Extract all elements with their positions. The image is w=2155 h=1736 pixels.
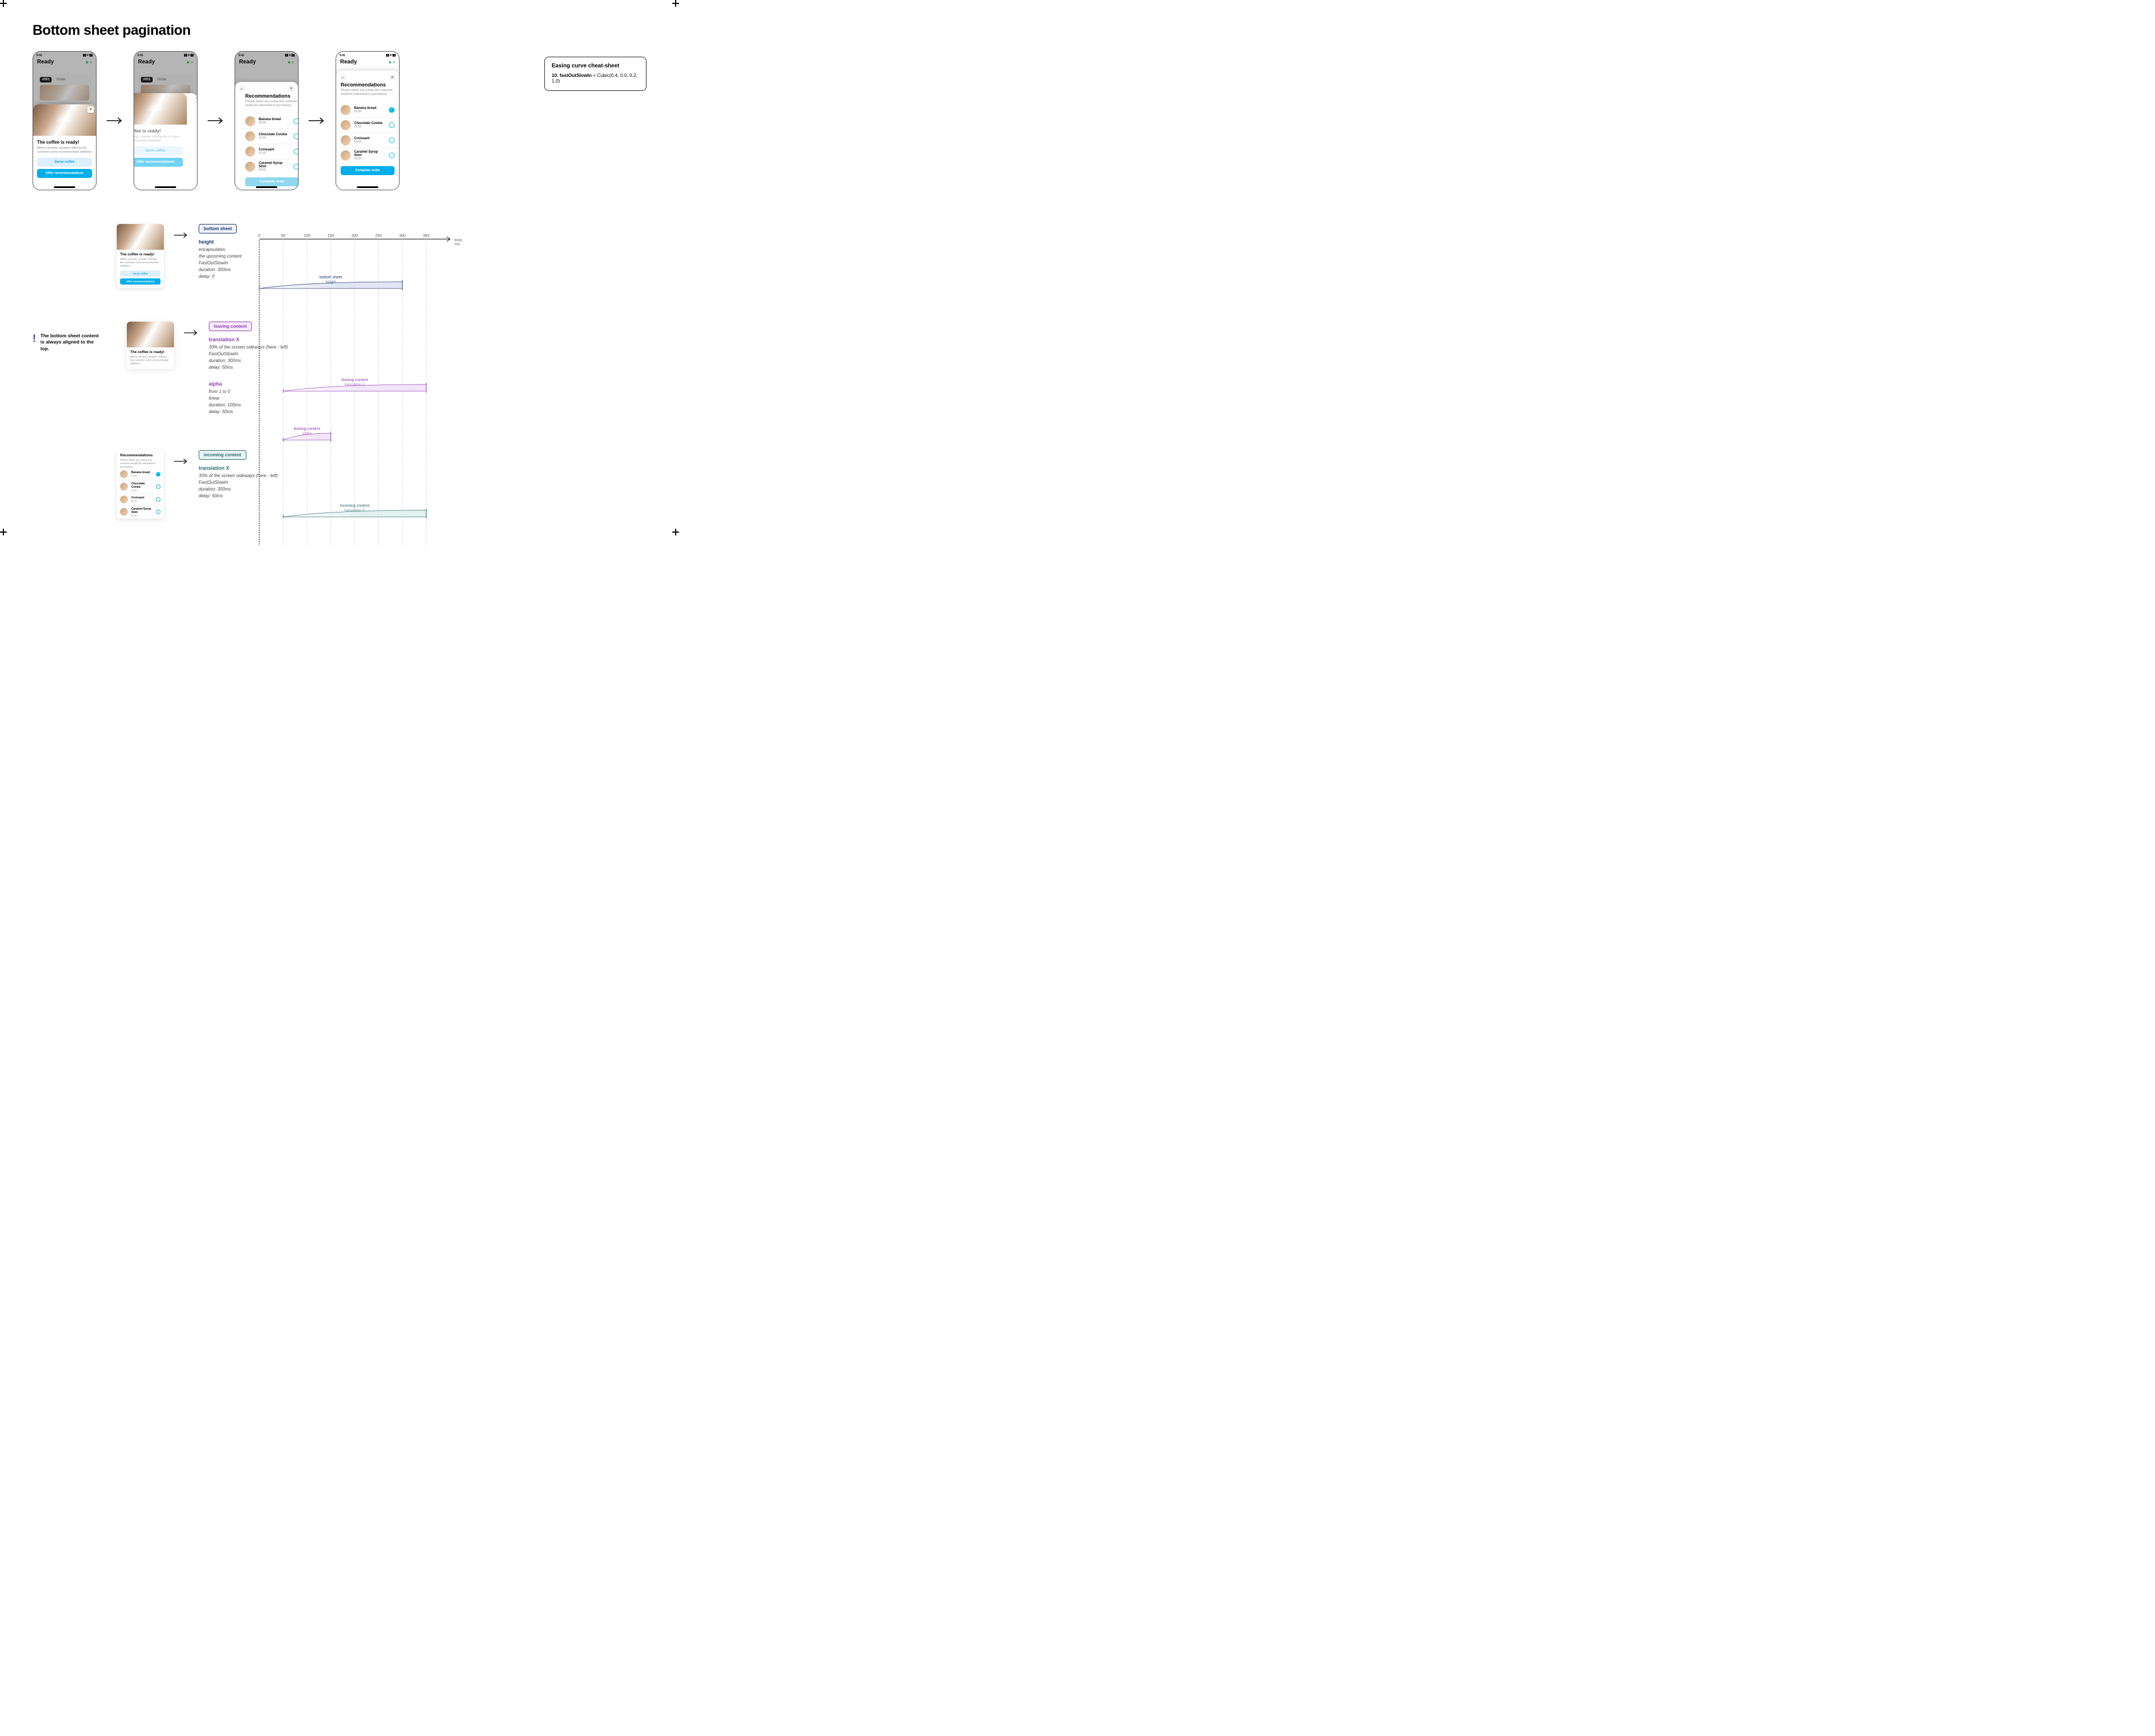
complete-order-button[interactable]: Complete order xyxy=(341,166,395,175)
radio-icon[interactable] xyxy=(389,122,395,128)
svg-text:bottom sheet: bottom sheet xyxy=(319,276,342,280)
close-icon[interactable]: × xyxy=(194,95,198,102)
svg-text:0: 0 xyxy=(258,234,260,238)
offer-recommendations-button[interactable]: Offer recommendations xyxy=(37,169,92,178)
svg-text:150: 150 xyxy=(328,234,334,238)
leaving-content-tag: leaving content xyxy=(209,322,252,331)
flow-arrow-icon xyxy=(107,113,123,128)
back-icon[interactable]: ← xyxy=(340,74,346,81)
mini-bottom-sheet: The coffee is ready! Before serving, con… xyxy=(117,224,164,288)
bottom-sheet-step4[interactable]: ← × Recommendations Please select any ex… xyxy=(336,71,399,190)
flow-arrow-icon xyxy=(208,113,224,128)
svg-text:incoming content: incoming content xyxy=(340,504,370,508)
bottom-sheet-step2[interactable]: coffee is ready! serving, consider offer… xyxy=(134,93,197,190)
mini-incoming-content: Recommendations Please select any extras… xyxy=(117,450,164,519)
recommendation-row[interactable]: Chocolate Cookie€2,50 xyxy=(336,118,399,133)
spec-arrow-icon xyxy=(174,227,189,242)
incoming-content-tag: incoming content xyxy=(199,450,246,460)
cheat-sheet-card: Easing curve cheat-sheet 10. fastOutSlow… xyxy=(544,57,646,91)
recommendation-row[interactable]: Croissant€2,50 xyxy=(336,133,399,148)
radio-icon[interactable] xyxy=(294,118,299,124)
radio-icon[interactable] xyxy=(389,107,395,113)
complete-order-button[interactable]: Complete order xyxy=(245,177,299,186)
phone-frame-4: 9:41▮▮ ▾ ▮▮ Ready ← × Recommendations Pl… xyxy=(336,51,400,190)
svg-text:leaving content: leaving content xyxy=(294,427,320,431)
svg-text:200: 200 xyxy=(351,234,358,238)
svg-text:translation X: translation X xyxy=(345,383,365,387)
cheat-sheet-title: Easing curve cheat-sheet xyxy=(552,63,639,69)
radio-icon[interactable] xyxy=(294,164,299,170)
close-icon[interactable]: × xyxy=(88,107,94,113)
mini-leaving-content: The coffee is ready! Before serving, con… xyxy=(127,322,174,369)
radio-icon[interactable] xyxy=(294,149,299,154)
cheat-sheet-entry: 10. fastOutSlowIn = Cubic(0.4, 0.0, 0.2,… xyxy=(552,72,639,84)
svg-text:300: 300 xyxy=(399,234,406,238)
radio-icon[interactable] xyxy=(294,134,299,139)
bottom-sheet-step1[interactable]: × The coffee is ready! Before serving, c… xyxy=(33,104,96,190)
svg-text:height: height xyxy=(326,280,336,284)
sheet-subtitle: Before serving, consider offering the cu… xyxy=(37,146,92,155)
chart-axis-unit: time, ms xyxy=(455,239,463,246)
recommendation-row[interactable]: Caramel Syrup Shot€0,50 xyxy=(336,148,399,163)
svg-text:leaving content: leaving content xyxy=(341,378,368,382)
serve-coffee-button[interactable]: Serve coffee xyxy=(37,158,92,167)
bottom-sheet-tag: bottom sheet xyxy=(199,224,237,233)
sheet-title: The coffee is ready! xyxy=(37,140,92,145)
flow-arrow-icon xyxy=(309,113,325,128)
svg-text:translation X: translation X xyxy=(345,509,365,512)
radio-icon[interactable] xyxy=(389,153,395,158)
spec-arrow-icon xyxy=(174,454,189,468)
recommendation-row[interactable]: Banana bread€3,99 xyxy=(336,103,399,118)
svg-text:350: 350 xyxy=(423,234,430,238)
spec-arrow-icon xyxy=(184,325,199,340)
timeline-chart: time, ms 050100150200250300350bottom she… xyxy=(259,231,450,547)
svg-text:50: 50 xyxy=(281,234,286,238)
page-title: Bottom sheet pagination xyxy=(33,22,646,39)
phone-frame-1: 9:41▮▮ ▾ ▮▮ Ready #001Order Ready × The … xyxy=(33,51,97,190)
phone-frame-2: 9:41▮▮ ▾ ▮▮ Ready #001Order Ready coffee… xyxy=(134,51,198,190)
recommendation-row[interactable]: Banana bread€3,99 xyxy=(241,114,299,129)
recommendation-row[interactable]: Croissant€2,50 xyxy=(241,144,299,159)
bottom-sheet-step3[interactable]: ← × Recommendations Please select any ex… xyxy=(235,82,298,190)
radio-icon[interactable] xyxy=(389,138,395,143)
close-icon[interactable]: × xyxy=(389,74,396,81)
phone-frame-3: 9:41▮▮ ▾ ▮▮ Ready ← × Recommendations Pl… xyxy=(235,51,299,190)
recommendation-row[interactable]: Caramel Syrup Shot€0,50 xyxy=(241,159,299,174)
svg-text:250: 250 xyxy=(375,234,382,238)
recommendation-row[interactable]: Chocolate Cookie€2,50 xyxy=(241,129,299,144)
svg-text:100: 100 xyxy=(304,234,310,238)
svg-text:alpha: alpha xyxy=(302,432,311,436)
